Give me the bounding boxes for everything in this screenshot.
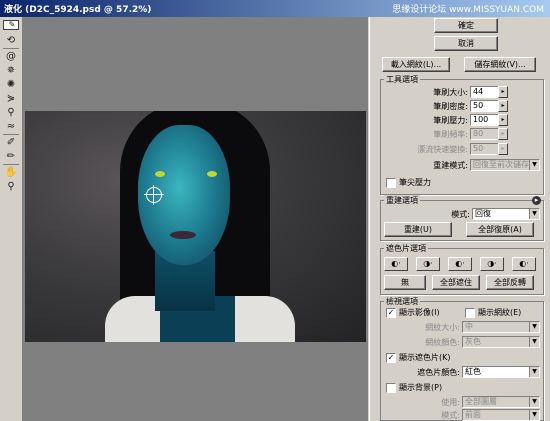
invert-all-button[interactable]: 全部反轉 (486, 275, 534, 290)
bloat-tool-icon[interactable]: ✺ (3, 78, 19, 91)
brush-size-arrow-icon[interactable]: ▸ (498, 86, 508, 98)
turbulent-jitter-label: 漂流快速變換: (417, 145, 468, 154)
push-left-tool-icon[interactable]: ⋟ (3, 92, 19, 105)
chevron-down-icon: ▼ (529, 160, 539, 170)
load-mesh-button[interactable]: 載入網紋(L)... (382, 57, 450, 72)
chevron-down-icon: ▼ (529, 410, 539, 420)
chevron-down-icon: ▼ (529, 322, 539, 332)
brush-rate-field: 80 (470, 128, 499, 140)
brush-density-field[interactable]: 50 (470, 100, 499, 112)
toolbox: ✎ ⟲ @ ✵ ✺ ⋟ ⚲ ≈ ✐ ✏ ✋ ⚲ (0, 17, 23, 421)
chevron-down-icon: ▼ (529, 397, 539, 407)
image-right-eye (207, 171, 217, 177)
window-title: 液化 (D2C_5924.psd @ 57.2%) (4, 5, 152, 15)
turbulent-jitter-field: 50 (470, 143, 499, 155)
mesh-color-select: 灰色 ▼ (462, 336, 540, 348)
image-lips (170, 231, 196, 239)
show-mesh-checkbox[interactable] (465, 308, 475, 318)
title-bar: 液化 (D2C_5924.psd @ 57.2%) 思缘设计论坛 www.MIS… (0, 0, 550, 17)
show-backdrop-label: 顯示背景(P) (399, 383, 443, 392)
brush-pressure-field[interactable]: 100 (470, 114, 499, 126)
brush-density-label: 筆刷密度: (433, 102, 468, 111)
mesh-color-value: 灰色 (465, 337, 481, 346)
zoom-tool-icon[interactable]: ⚲ (3, 180, 19, 193)
mask-options-title: 遮色片選項 (384, 243, 428, 254)
pucker-tool-icon[interactable]: ✵ (3, 64, 19, 77)
view-options-title: 檢視選項 (384, 296, 420, 307)
backdrop-mode-label: 模式: (441, 411, 460, 420)
mask-color-select[interactable]: 紅色 ▼ (462, 366, 540, 378)
mask-replace-button[interactable]: ◐· (384, 257, 408, 271)
freeze-mask-tool-icon[interactable]: ✐ (3, 136, 19, 149)
show-mask-label: 顯示遮色片(K) (399, 353, 451, 362)
toolbox-divider (3, 164, 19, 165)
preview-canvas[interactable] (23, 17, 368, 421)
watermark: 思缘设计论坛 www.MISSYUAN.COM (392, 5, 544, 15)
preview-image[interactable] (25, 111, 366, 342)
hand-tool-icon[interactable]: ✋ (3, 166, 19, 179)
brush-rate-arrow-icon: ▸ (498, 128, 508, 140)
stylus-pressure-checkbox[interactable] (386, 178, 396, 188)
cancel-button[interactable]: 取消 (434, 36, 498, 51)
mask-intersect-button[interactable]: ◑· (480, 257, 504, 271)
show-backdrop-checkbox[interactable] (386, 383, 396, 393)
mask-color-label: 遮色片顏色: (417, 368, 460, 377)
backdrop-use-select: 全部圖層 ▼ (462, 396, 540, 408)
brush-density-arrow-icon[interactable]: ▸ (498, 100, 508, 112)
reconstruct-mode-value: 回復至前次儲存 (473, 160, 529, 169)
brush-cursor (144, 185, 164, 205)
image-left-eye (155, 171, 165, 177)
brush-rate-label: 筆刷頻率: (433, 130, 468, 139)
mesh-size-select: 中 ▼ (462, 321, 540, 333)
reconstruct-mode-label: 重建模式: (433, 161, 468, 170)
mask-color-value: 紅色 (465, 367, 481, 376)
warp-tool-icon[interactable]: ✎ (3, 20, 19, 30)
mask-add-button[interactable]: ◑· (416, 257, 440, 271)
toolbox-divider (3, 134, 19, 135)
backdrop-use-label: 使用: (441, 398, 460, 407)
toolbox-divider (3, 48, 19, 49)
reconstruct-options-title: 重建選項 (384, 195, 420, 206)
ok-button[interactable]: 確定 (434, 18, 498, 33)
stylus-pressure-label: 筆尖壓力 (399, 178, 431, 187)
reconstruct-mode-option-select[interactable]: 回復 ▼ (472, 208, 540, 220)
show-mesh-label: 顯示網紋(E) (478, 308, 522, 317)
backdrop-mode-value: 前面 (465, 410, 481, 419)
turbulence-tool-icon[interactable]: ≈ (3, 120, 19, 133)
mesh-size-label: 網紋大小: (425, 323, 460, 332)
mask-subtract-button[interactable]: ◐· (448, 257, 472, 271)
thaw-mask-tool-icon[interactable]: ✏ (3, 150, 19, 163)
show-mask-checkbox[interactable]: ✓ (386, 353, 396, 363)
reconstruct-tool-icon[interactable]: ⟲ (3, 34, 19, 47)
brush-size-field[interactable]: 44 (470, 86, 499, 98)
reconstruct-button[interactable]: 重建(U) (384, 222, 452, 237)
save-mesh-button[interactable]: 儲存網紋(V)... (464, 57, 536, 72)
show-image-label: 顯示影像(I) (399, 308, 440, 317)
mask-none-button[interactable]: 無 (384, 275, 426, 290)
chevron-down-icon: ▼ (529, 209, 539, 219)
mesh-size-value: 中 (465, 322, 473, 331)
backdrop-use-value: 全部圖層 (465, 397, 497, 406)
show-image-checkbox[interactable]: ✓ (386, 308, 396, 318)
chevron-down-icon: ▼ (529, 367, 539, 377)
mesh-color-label: 網紋顏色: (425, 338, 460, 347)
brush-pressure-arrow-icon[interactable]: ▸ (498, 114, 508, 126)
reconstruct-mode-option-label: 模式: (451, 210, 470, 219)
options-panel: 確定 取消 載入網紋(L)... 儲存網紋(V)... 工具選項 筆刷大小: 4… (369, 17, 550, 421)
brush-pressure-label: 筆刷壓力: (433, 116, 468, 125)
brush-size-label: 筆刷大小: (433, 88, 468, 97)
backdrop-mode-select: 前面 ▼ (462, 409, 540, 421)
mask-all-button[interactable]: 全部遮住 (432, 275, 480, 290)
tool-options-title: 工具選項 (384, 74, 420, 85)
reconstruct-mode-select: 回復至前次儲存 ▼ (470, 159, 540, 171)
turbulent-jitter-arrow-icon: ▸ (498, 143, 508, 155)
twirl-tool-icon[interactable]: @ (3, 50, 19, 63)
chevron-down-icon: ▼ (529, 337, 539, 347)
mask-invert-button[interactable]: ◐· (512, 257, 536, 271)
play-icon[interactable]: ▸ (532, 196, 541, 205)
reconstruct-mode-option-value: 回復 (475, 209, 491, 218)
restore-all-button[interactable]: 全部復原(A) (466, 222, 534, 237)
mirror-tool-icon[interactable]: ⚲ (3, 106, 19, 119)
